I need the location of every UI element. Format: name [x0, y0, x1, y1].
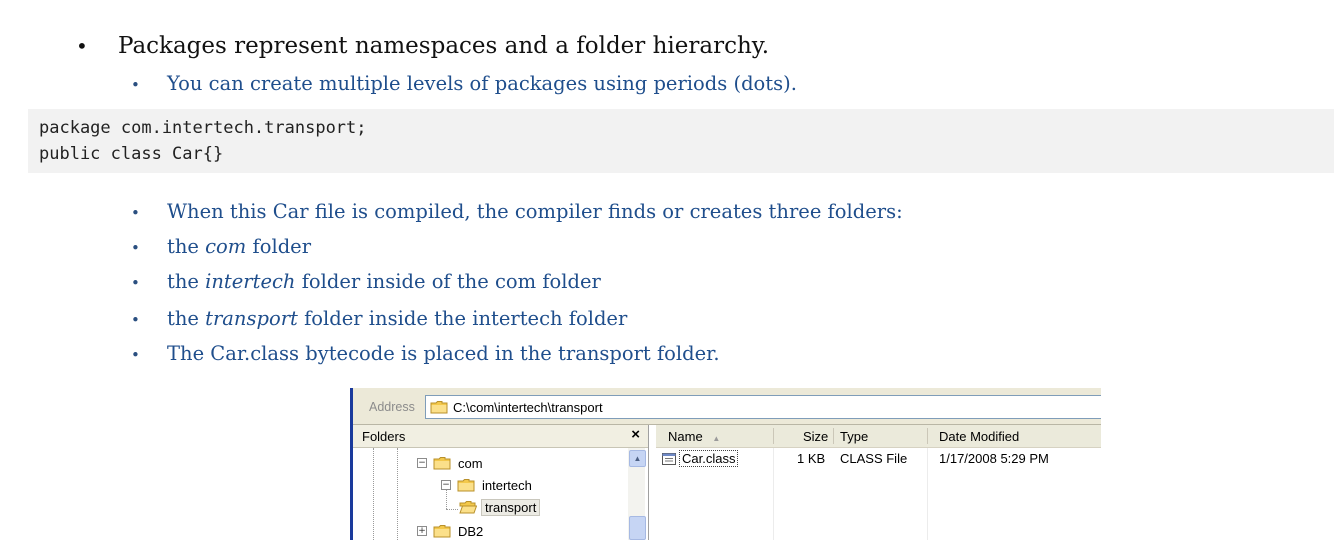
column-header-type[interactable]: Type: [840, 429, 868, 444]
bullet-dot: •: [76, 34, 88, 58]
files-header: Name ▲ Size Type Date Modified: [656, 425, 1101, 448]
tree-item-transport[interactable]: transport: [459, 497, 541, 517]
bullet-text: You can create multiple levels of packag…: [167, 72, 797, 95]
column-header-date[interactable]: Date Modified: [939, 429, 1019, 444]
address-path: C:\com\intertech\transport: [453, 399, 603, 415]
code-line-package: package com.intertech.transport;: [39, 118, 367, 138]
bullet-intertech-folder: • the intertech folder inside of the com…: [131, 270, 601, 293]
address-field[interactable]: C:\com\intertech\transport: [425, 395, 1101, 419]
folder-icon: [457, 479, 475, 492]
tree-item-label: DB2: [458, 523, 484, 539]
tree-item-db2[interactable]: DB2: [433, 521, 486, 540]
folder-icon: [430, 401, 448, 414]
folders-title: Folders: [362, 429, 406, 444]
bullet-text: the intertech folder inside of the com f…: [167, 270, 601, 293]
sort-ascending-icon: ▲: [712, 434, 721, 443]
file-name: Car.class: [679, 450, 739, 467]
scroll-up-arrow-icon[interactable]: ▲: [629, 450, 646, 467]
class-file-icon: [662, 452, 676, 465]
bullet-packages: • Packages represent namespaces and a fo…: [76, 33, 769, 59]
file-date: 1/17/2008 5:29 PM: [939, 451, 1049, 466]
tree-item-label: intertech: [482, 477, 532, 493]
bullet-com-folder: • the com folder: [131, 235, 311, 258]
tree-guide-line: [446, 509, 458, 510]
bullet-transport-folder: • the transport folder inside the intert…: [131, 307, 627, 330]
column-separator[interactable]: [927, 428, 928, 444]
bullet-dot: •: [131, 76, 140, 94]
tree-scrollbar[interactable]: ▲: [628, 448, 646, 540]
scroll-thumb[interactable]: [629, 516, 646, 540]
file-size: 1 KB: [797, 451, 826, 466]
tree-toggle-db2[interactable]: +: [417, 526, 427, 536]
bullet-text: the transport folder inside the intertec…: [167, 307, 628, 330]
tree-item-label: transport: [481, 498, 541, 516]
bullet-compiled: • When this Car file is compiled, the co…: [131, 200, 903, 223]
tree-item-intertech[interactable]: intertech: [457, 475, 535, 495]
bullet-dot: •: [131, 311, 140, 329]
bullet-text: The Car.class bytecode is placed in the …: [167, 342, 720, 365]
tree-guide-line: [373, 448, 374, 540]
folder-icon: [433, 525, 451, 538]
bullet-dot: •: [131, 239, 140, 257]
folder-icon: [433, 457, 451, 470]
bullet-dot: •: [131, 346, 140, 364]
tree-toggle-intertech[interactable]: −: [441, 480, 451, 490]
folder-open-icon: [459, 501, 477, 514]
tree-item-label: com: [458, 455, 483, 471]
folders-pane: Folders × − com − intertech transport + …: [353, 425, 649, 540]
file-row[interactable]: Car.class 1 KB CLASS File 1/17/2008 5:29…: [656, 450, 1101, 469]
address-label: Address: [369, 400, 415, 414]
address-bar: Address C:\com\intertech\transport: [353, 388, 1101, 425]
file-type: CLASS File: [840, 451, 908, 466]
code-block: package com.intertech.transport; public …: [28, 109, 1334, 173]
code-line-class: public class Car{}: [39, 144, 224, 164]
bullet-text: the com folder: [167, 235, 312, 258]
bullet-bytecode: • The Car.class bytecode is placed in th…: [131, 342, 720, 365]
column-header-name[interactable]: Name ▲: [668, 429, 720, 444]
tree-item-com[interactable]: com: [433, 453, 486, 473]
bullet-text: Packages represent namespaces and a fold…: [118, 33, 770, 59]
close-icon[interactable]: ×: [631, 426, 640, 443]
bullet-dot: •: [131, 274, 140, 292]
folders-header: Folders ×: [353, 425, 648, 448]
explorer-window: Address C:\com\intertech\transport Folde…: [350, 388, 1101, 540]
bullet-dot: •: [131, 204, 140, 222]
bullet-text: When this Car file is compiled, the comp…: [167, 200, 903, 223]
column-separator[interactable]: [773, 428, 774, 444]
file-name-cell[interactable]: Car.class: [662, 450, 739, 467]
tree-toggle-com[interactable]: −: [417, 458, 427, 468]
bullet-multiple-levels: • You can create multiple levels of pack…: [131, 72, 797, 95]
files-pane: Name ▲ Size Type Date Modified Car.class: [656, 425, 1101, 540]
column-separator[interactable]: [833, 428, 834, 444]
column-header-size[interactable]: Size: [803, 429, 828, 444]
tree-guide-line: [397, 448, 398, 540]
